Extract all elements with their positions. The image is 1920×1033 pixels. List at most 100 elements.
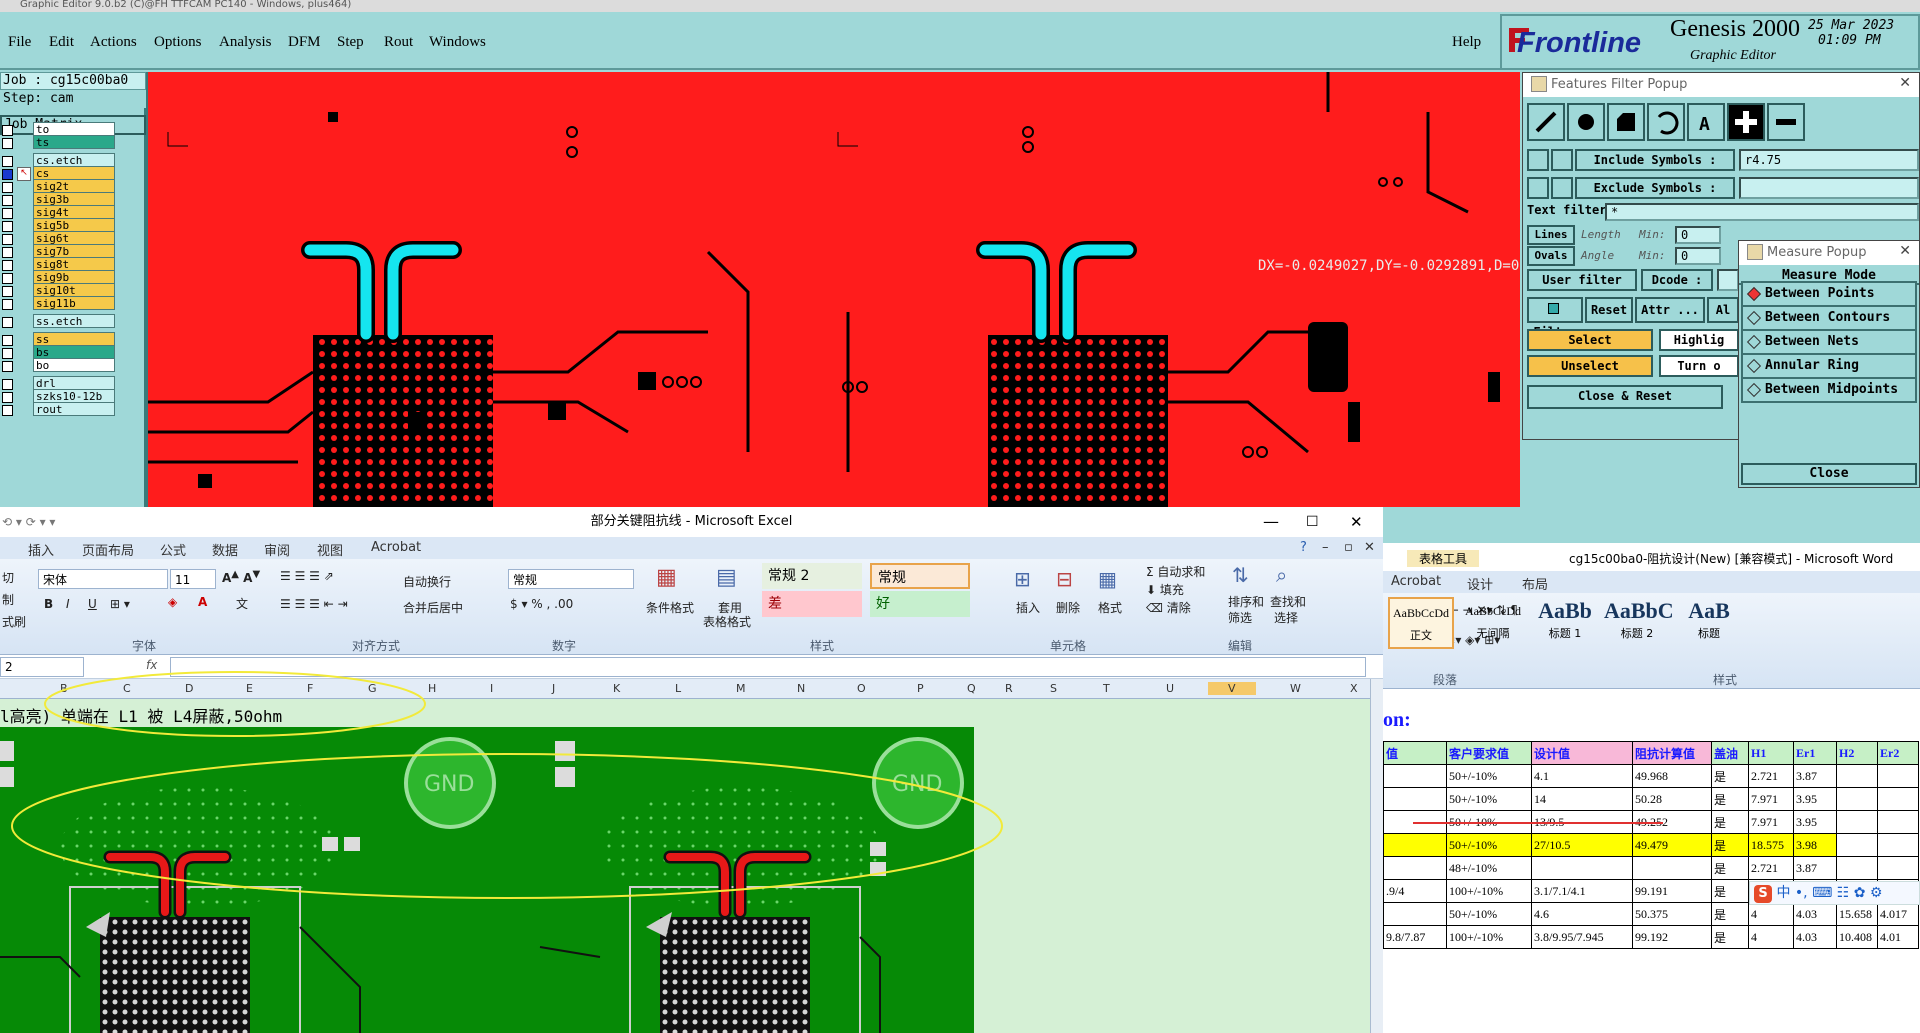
table-cell[interactable]: 50+/-10%: [1446, 902, 1532, 926]
delete-cells-button[interactable]: 删除: [1056, 599, 1080, 616]
format-painter-label[interactable]: 式刷: [2, 613, 26, 630]
table-cell[interactable]: [1383, 764, 1447, 788]
layer-checkbox[interactable]: [2, 299, 13, 310]
measure-mode-option[interactable]: Between Points: [1741, 281, 1917, 307]
table-cell[interactable]: .9/4: [1383, 879, 1447, 903]
tab-design[interactable]: 设计: [1467, 574, 1493, 593]
font-size-box[interactable]: 11: [170, 569, 216, 589]
measure-mode-option[interactable]: Between Midpoints: [1741, 377, 1917, 403]
layer-checkbox[interactable]: [2, 317, 13, 328]
table-cell[interactable]: 4.03: [1793, 925, 1837, 949]
table-cell[interactable]: 49.479: [1632, 833, 1712, 857]
layer-row[interactable]: rout: [0, 402, 118, 417]
table-cell[interactable]: [1836, 764, 1878, 788]
table-cell[interactable]: 是: [1711, 925, 1749, 949]
font-name-box[interactable]: 宋体: [38, 569, 168, 589]
style-gallery-item[interactable]: AaBb 标题 1: [1532, 597, 1598, 649]
layer-name[interactable]: ss: [33, 332, 115, 346]
pad-tool-icon[interactable]: [1567, 103, 1605, 141]
close-icon[interactable]: ✕: [1350, 507, 1363, 537]
layer-name[interactable]: szks10-12b: [33, 389, 115, 403]
highlight-button[interactable]: Highlig: [1659, 329, 1739, 351]
layer-name[interactable]: sig2t: [33, 179, 115, 193]
format-cells-button[interactable]: 格式: [1098, 599, 1122, 616]
length-min-input[interactable]: 0: [1675, 226, 1721, 244]
align-top-icon[interactable]: ☰ ☰ ☰ ⇗: [280, 569, 334, 583]
measure-mode-option[interactable]: Between Contours: [1741, 305, 1917, 331]
menu-edit[interactable]: Edit: [49, 34, 74, 51]
turn-off-button[interactable]: Turn o: [1659, 355, 1739, 377]
angle-min-input[interactable]: 0: [1675, 247, 1721, 265]
layer-row[interactable]: sig11b: [0, 296, 118, 311]
merge-center-button[interactable]: 合并后居中: [403, 599, 463, 616]
table-cell[interactable]: 是: [1711, 879, 1749, 903]
table-cell[interactable]: [1383, 856, 1447, 880]
ime-mode[interactable]: 中: [1776, 885, 1790, 901]
number-format-box[interactable]: 常规: [508, 569, 634, 589]
table-cell[interactable]: 7.971: [1748, 810, 1794, 834]
table-cell[interactable]: 3.8/9.95/7.945: [1531, 925, 1633, 949]
table-cell[interactable]: 是: [1711, 810, 1749, 834]
table-cell[interactable]: 50.375: [1632, 902, 1712, 926]
table-cell[interactable]: 7.971: [1748, 787, 1794, 811]
table-cell[interactable]: [1383, 902, 1447, 926]
table-cell[interactable]: [1531, 856, 1633, 880]
tab-acrobat[interactable]: Acrobat: [371, 540, 421, 555]
ribbon-minimize-icon[interactable]: –: [1322, 540, 1329, 555]
layer-name[interactable]: rout: [33, 402, 115, 416]
layer-name[interactable]: sig8t: [33, 257, 115, 271]
table-cell[interactable]: 50+/-10%: [1446, 833, 1532, 857]
table-cell[interactable]: 99.191: [1632, 879, 1712, 903]
tab-page-layout[interactable]: 页面布局: [82, 540, 134, 559]
table-cell[interactable]: 3.1/7.1/4.1: [1531, 879, 1633, 903]
table-cell[interactable]: 4: [1748, 902, 1794, 926]
tab-view[interactable]: 视图: [317, 540, 343, 559]
table-cell[interactable]: 27/10.5: [1531, 833, 1633, 857]
table-cell[interactable]: 10.408: [1836, 925, 1878, 949]
layer-name[interactable]: sig5b: [33, 218, 115, 232]
include-symbols-input[interactable]: r4.75: [1739, 149, 1919, 171]
layer-name[interactable]: sig9b: [33, 270, 115, 284]
tab-acrobat[interactable]: Acrobat: [1391, 574, 1441, 589]
word-document[interactable]: on: 值客户要求值 设计值 阻抗计算值 盖油 H1 Er1 H2 Er2 50+/-10% 4.…: [1383, 689, 1920, 1033]
table-cell[interactable]: [1632, 856, 1712, 880]
menu-analysis[interactable]: Analysis: [219, 34, 272, 51]
table-cell[interactable]: [1877, 787, 1919, 811]
table-cell[interactable]: 100+/-10%: [1446, 925, 1532, 949]
number-format-icons[interactable]: $ ▾ % , .00: [510, 597, 573, 611]
quick-access-icon[interactable]: ⟲ ▾ ⟳ ▾ ▾: [2, 507, 55, 537]
layer-name[interactable]: sig11b: [33, 296, 115, 310]
help-icon[interactable]: ?: [1300, 540, 1307, 555]
arrow-icon[interactable]: [1527, 149, 1549, 171]
arrow-icon[interactable]: [1551, 149, 1573, 171]
table-cell[interactable]: 是: [1711, 902, 1749, 926]
tab-insert[interactable]: 插入: [28, 540, 54, 559]
find-select-line1[interactable]: 查找和: [1270, 593, 1306, 610]
table-cell[interactable]: [1836, 810, 1878, 834]
arc-tool-icon[interactable]: [1647, 103, 1685, 141]
table-cell[interactable]: 14: [1531, 787, 1633, 811]
layer-name[interactable]: ts: [33, 135, 115, 149]
table-cell[interactable]: 2.721: [1748, 764, 1794, 788]
tab-data[interactable]: 数据: [212, 540, 238, 559]
table-cell[interactable]: 4.1: [1531, 764, 1633, 788]
table-cell[interactable]: 100+/-10%: [1446, 879, 1532, 903]
menu-help[interactable]: Help: [1452, 34, 1481, 51]
style-good[interactable]: 好: [870, 591, 970, 617]
ime-icons[interactable]: •, ⌨ ☷ ✿ ⚙: [1795, 885, 1883, 901]
plus-tool-icon[interactable]: [1727, 103, 1765, 141]
tab-formulas[interactable]: 公式: [160, 540, 186, 559]
grow-font-icon[interactable]: A▲ A▼: [222, 569, 260, 585]
italic-icon[interactable]: I: [66, 597, 70, 611]
exclude-symbols-input[interactable]: [1739, 177, 1919, 199]
table-cell[interactable]: 50.28: [1632, 787, 1712, 811]
tab-layout[interactable]: 布局: [1522, 574, 1548, 593]
table-cell[interactable]: 15.658: [1836, 902, 1878, 926]
table-cell[interactable]: 2.721: [1748, 856, 1794, 880]
table-cell[interactable]: [1877, 833, 1919, 857]
layer-name[interactable]: sig10t: [33, 283, 115, 297]
table-cell[interactable]: [1877, 810, 1919, 834]
unselect-button[interactable]: Unselect: [1527, 355, 1653, 377]
table-cell[interactable]: [1383, 787, 1447, 811]
table-cell[interactable]: [1836, 856, 1878, 880]
